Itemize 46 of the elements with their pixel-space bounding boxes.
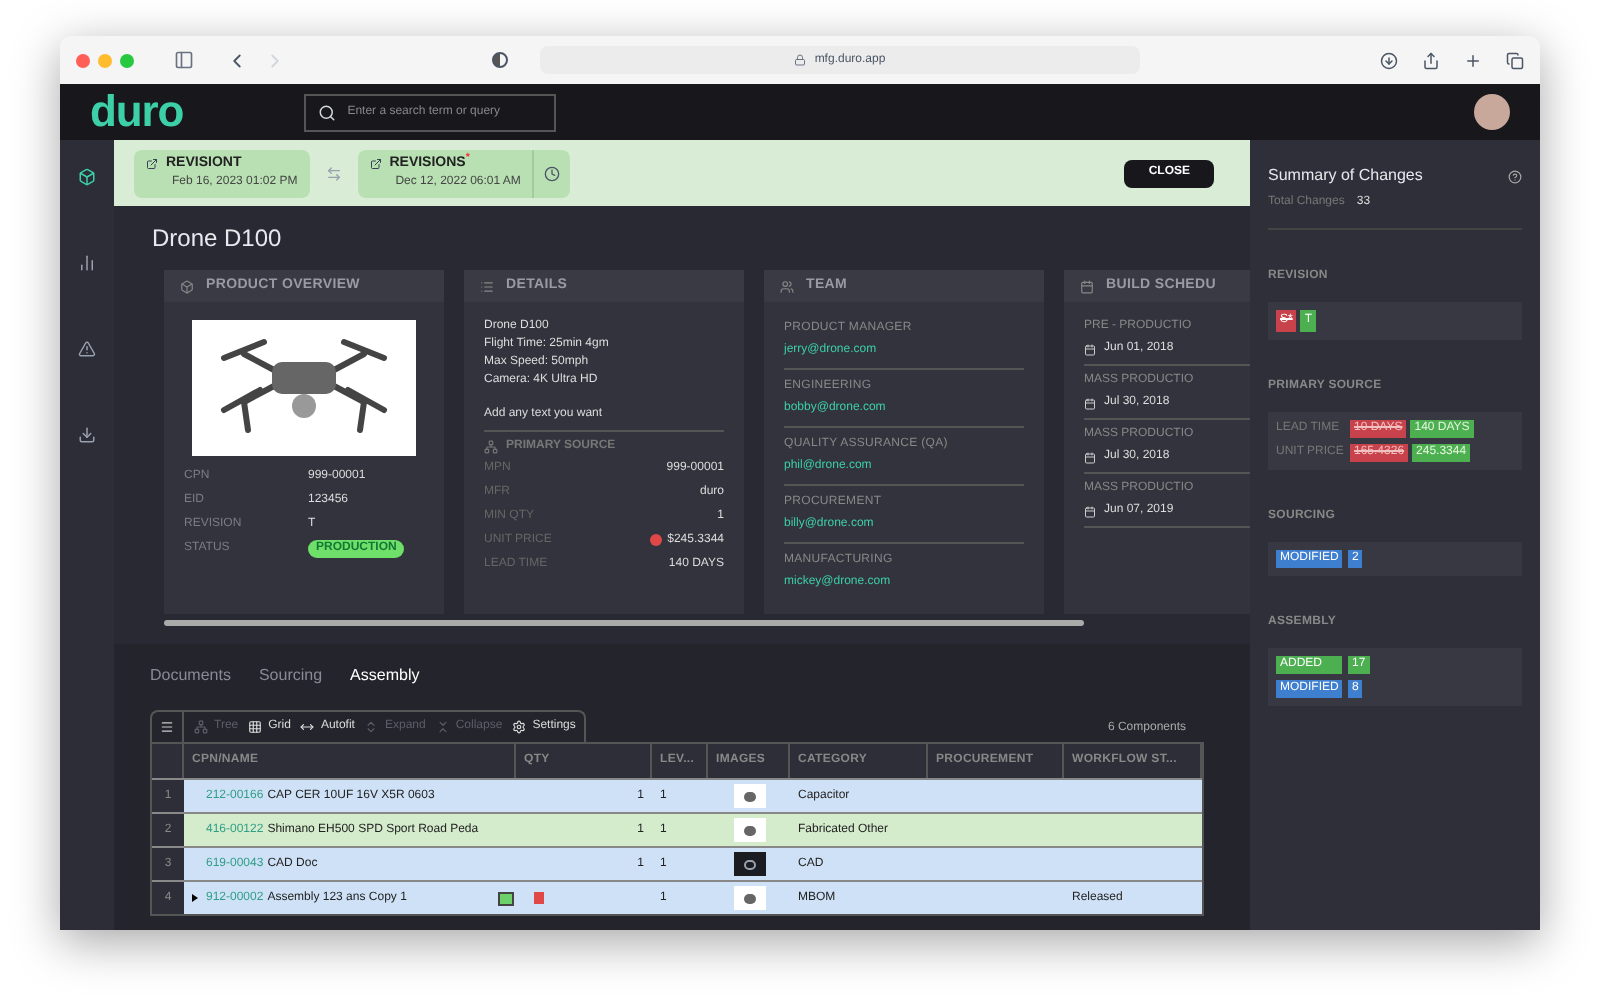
tabs-icon[interactable] — [1506, 51, 1524, 69]
source-icon — [484, 440, 498, 454]
collapse-icon — [435, 720, 450, 734]
calendar-icon — [1084, 505, 1096, 517]
team-icon — [780, 279, 794, 293]
box-icon — [180, 279, 194, 293]
nav-icon[interactable] — [78, 426, 96, 444]
history-icon[interactable] — [544, 165, 561, 181]
page-title: Drone D100 — [150, 222, 284, 256]
expand-caret-icon[interactable] — [192, 894, 198, 902]
calendar-icon — [1084, 451, 1096, 463]
download-icon[interactable] — [1380, 51, 1398, 69]
tab[interactable]: Documents — [150, 664, 231, 688]
sidebar-toggle-icon[interactable] — [174, 50, 194, 70]
settings-icon — [512, 720, 527, 734]
grid-icon — [248, 720, 263, 734]
calendar-icon — [1084, 397, 1096, 409]
link-icon — [369, 158, 382, 170]
calendar-icon — [1084, 343, 1096, 355]
calendar-icon — [1080, 279, 1094, 293]
tab[interactable]: Sourcing — [258, 664, 323, 688]
lock-icon — [794, 54, 807, 66]
list-icon — [480, 279, 494, 293]
tab[interactable]: Assembly — [350, 664, 420, 688]
status-icon — [498, 891, 514, 905]
nav-icon[interactable] — [78, 168, 96, 186]
nav-icon[interactable] — [78, 254, 96, 272]
logo: duro — [90, 90, 184, 134]
autofit-icon — [300, 720, 315, 734]
help-icon[interactable] — [1508, 169, 1522, 183]
expand-icon — [364, 720, 379, 734]
thumbnail-image — [733, 886, 765, 910]
tree-icon — [194, 720, 208, 734]
share-icon[interactable] — [1422, 51, 1440, 69]
nav-icon[interactable] — [78, 340, 96, 358]
thumbnail-image — [733, 852, 765, 876]
summary-title: Summary of Changes — [1268, 164, 1423, 188]
avatar[interactable] — [1474, 94, 1510, 130]
compare-arrow-icon — [325, 165, 342, 181]
link-icon — [146, 158, 158, 170]
menu-icon[interactable] — [160, 720, 174, 734]
horizontal-scrollbar[interactable] — [164, 620, 1084, 626]
thumbnail-image — [733, 784, 765, 808]
new-tab-icon[interactable] — [1464, 51, 1482, 69]
thumbnail-image — [733, 818, 765, 842]
search-icon — [317, 103, 336, 121]
